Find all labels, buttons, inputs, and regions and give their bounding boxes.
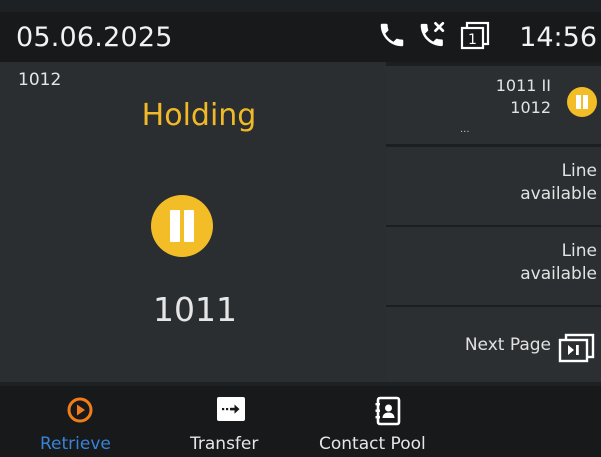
hold-icon (151, 195, 213, 257)
account-badge: 1 (468, 32, 477, 48)
remote-number: 1011 (153, 290, 237, 329)
line-key-list: 1011 II 1012 ... Line available Line ava… (386, 62, 601, 382)
line-key-sublabel: available (520, 264, 597, 284)
contact-pool-softkey[interactable]: Contact Pool (316, 386, 466, 457)
next-page-label: Next Page (464, 335, 551, 355)
line-key-sublabel: 1012 (510, 98, 551, 117)
line-key-sublabel: available (520, 184, 597, 204)
retrieve-softkey[interactable]: Retrieve (36, 386, 136, 457)
line-key-label: Line (561, 241, 597, 261)
missed-call-icon (417, 20, 449, 54)
status-bar: 05.06.2025 1 14:56 (0, 12, 601, 62)
status-time: 14:56 (519, 22, 597, 53)
local-account: 1012 (18, 70, 62, 90)
transfer-icon (216, 396, 246, 426)
line-key-held-call[interactable]: 1011 II 1012 ... (386, 66, 601, 144)
account-1-icon: 1 (459, 20, 491, 54)
line-key-label: 1011 II (495, 76, 551, 95)
transfer-softkey[interactable]: Transfer (186, 386, 286, 457)
retrieve-label: Retrieve (40, 434, 111, 454)
next-page-button[interactable]: Next Page (386, 307, 601, 382)
phone-icon (377, 20, 407, 54)
line-key-label: Line (561, 161, 597, 181)
status-date: 05.06.2025 (16, 22, 173, 53)
line-key-available[interactable]: Line available (386, 227, 601, 305)
call-state: Holding (141, 98, 257, 133)
hold-icon (567, 87, 597, 117)
retrieve-icon (66, 396, 94, 428)
line-key-available[interactable]: Line available (386, 147, 601, 225)
status-icons: 1 (377, 21, 491, 53)
softkey-bar: Retrieve Transfer Contact Pool (0, 386, 601, 457)
contact-book-icon (374, 396, 402, 430)
next-page-icon (557, 333, 597, 367)
transfer-label: Transfer (190, 434, 259, 454)
active-call-panel[interactable]: 1012 Holding 1011 (0, 62, 386, 382)
contact-pool-label: Contact Pool (319, 434, 426, 454)
phone-screen: 05.06.2025 1 14:56 1012 Holding 1011 101… (0, 0, 601, 457)
line-key-extra: ... (460, 124, 470, 135)
